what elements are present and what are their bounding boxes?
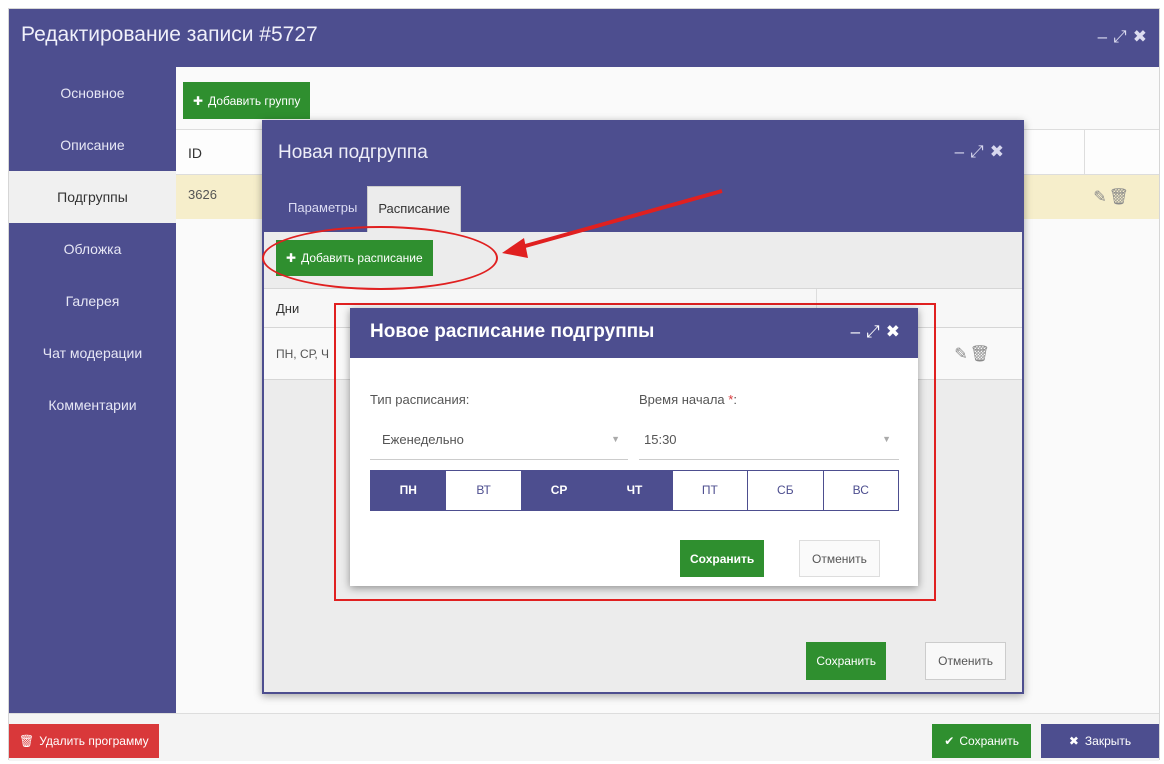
sidebar-item-comments[interactable]: Комментарии bbox=[9, 379, 176, 431]
dialog-header: Новое расписание подгруппы – ⤢ ✖ bbox=[350, 308, 918, 358]
row-id: 3626 bbox=[188, 187, 217, 202]
schedule-type-label: Тип расписания: bbox=[370, 392, 470, 407]
dialog-title: Новое расписание подгруппы bbox=[370, 321, 655, 342]
tab-parameters[interactable]: Параметры bbox=[278, 186, 367, 232]
maximize-icon[interactable]: ⤢ bbox=[970, 142, 984, 162]
column-header-id: ID bbox=[188, 145, 202, 161]
start-time-select[interactable]: 15:30 ▼ bbox=[639, 420, 899, 460]
column-header-days: Дни bbox=[276, 301, 300, 316]
footer-close-label: Закрыть bbox=[1084, 734, 1132, 748]
start-time-label-text: Время начала bbox=[639, 392, 729, 407]
dropdown-caret-icon: ▼ bbox=[882, 434, 891, 444]
new-schedule-dialog: Новое расписание подгруппы – ⤢ ✖ Тип рас… bbox=[350, 308, 918, 586]
footer: 🗑 Удалить программу ✔ Сохранить ✖ Закрыт… bbox=[9, 713, 1159, 761]
add-group-label: Добавить группу bbox=[208, 93, 301, 108]
delete-program-label: Удалить программу bbox=[39, 734, 149, 748]
dialog-header: Новая подгруппа – ⤢ ✖ Параметры Расписан… bbox=[264, 122, 1022, 232]
checkmark-icon: ✔ bbox=[944, 734, 955, 748]
row-actions: ✎ 🗑 bbox=[954, 344, 990, 364]
schedule-type-value: Еженедельно bbox=[382, 432, 464, 447]
day-toggle-wed[interactable]: СР bbox=[520, 471, 597, 510]
dropdown-caret-icon: ▼ bbox=[611, 434, 620, 444]
weekday-selector: ПН ВТ СР ЧТ ПТ СБ ВС bbox=[370, 470, 899, 511]
row-days: ПН, СР, Ч bbox=[276, 347, 330, 361]
sidebar-item-description[interactable]: Описание bbox=[9, 119, 176, 171]
close-icon: ✖ bbox=[1068, 734, 1079, 748]
minimize-icon[interactable]: – bbox=[955, 142, 964, 162]
subgroup-cancel-button[interactable]: Отменить bbox=[925, 642, 1006, 680]
day-toggle-sat[interactable]: СБ bbox=[747, 471, 822, 510]
window-controls: – ⤢ ✖ bbox=[1098, 27, 1147, 47]
day-toggle-tue[interactable]: ВТ bbox=[445, 471, 520, 510]
trash-icon[interactable]: 🗑 bbox=[970, 344, 990, 364]
plus-icon: ✚ bbox=[193, 93, 204, 108]
close-icon[interactable]: ✖ bbox=[990, 142, 1004, 162]
sidebar-item-gallery[interactable]: Галерея bbox=[9, 275, 176, 327]
start-time-value: 15:30 bbox=[644, 432, 677, 447]
dialog-window-controls: – ⤢ ✖ bbox=[851, 322, 900, 342]
close-icon[interactable]: ✖ bbox=[886, 322, 900, 342]
close-icon[interactable]: ✖ bbox=[1133, 27, 1147, 47]
footer-save-label: Сохранить bbox=[959, 734, 1019, 748]
maximize-icon[interactable]: ⤢ bbox=[866, 322, 880, 342]
pencil-icon[interactable]: ✎ bbox=[1093, 187, 1106, 207]
footer-close-button[interactable]: ✖ Закрыть bbox=[1041, 724, 1159, 758]
footer-save-button[interactable]: ✔ Сохранить bbox=[932, 724, 1031, 758]
dialog-title: Новая подгруппа bbox=[278, 142, 428, 163]
trash-icon[interactable]: 🗑 bbox=[1109, 187, 1129, 207]
start-time-label-colon: : bbox=[733, 392, 737, 407]
row-actions: ✎ 🗑 bbox=[1093, 187, 1129, 207]
schedule-save-button[interactable]: Сохранить bbox=[680, 540, 765, 577]
trash-icon: 🗑 bbox=[19, 734, 35, 748]
schedule-cancel-button[interactable]: Отменить bbox=[799, 540, 880, 577]
dialog-tabs: Параметры Расписание bbox=[278, 186, 461, 232]
start-time-label: Время начала *: bbox=[639, 392, 737, 407]
day-toggle-mon[interactable]: ПН bbox=[371, 471, 446, 510]
sidebar-item-main[interactable]: Основное bbox=[9, 67, 176, 119]
sidebar: Основное Описание Подгруппы Обложка Гале… bbox=[9, 67, 176, 713]
schedule-type-select[interactable]: Еженедельно ▼ bbox=[370, 420, 628, 460]
sidebar-item-moderation-chat[interactable]: Чат модерации bbox=[9, 327, 176, 379]
annotation-ellipse bbox=[262, 226, 498, 290]
maximize-icon[interactable]: ⤢ bbox=[1113, 27, 1127, 47]
minimize-icon[interactable]: – bbox=[851, 322, 860, 342]
main-header: Редактирование записи #5727 – ⤢ ✖ bbox=[9, 9, 1159, 67]
pencil-icon[interactable]: ✎ bbox=[954, 344, 967, 364]
delete-program-button[interactable]: 🗑 Удалить программу bbox=[9, 724, 159, 758]
day-toggle-thu[interactable]: ЧТ bbox=[596, 471, 672, 510]
subgroup-save-button[interactable]: Сохранить bbox=[806, 642, 886, 680]
day-toggle-fri[interactable]: ПТ bbox=[671, 471, 747, 510]
sidebar-item-subgroups[interactable]: Подгруппы bbox=[9, 171, 176, 223]
day-toggle-sun[interactable]: ВС bbox=[822, 471, 898, 510]
dialog-window-controls: – ⤢ ✖ bbox=[955, 142, 1004, 162]
add-group-button[interactable]: ✚ Добавить группу bbox=[183, 82, 311, 119]
sidebar-item-cover[interactable]: Обложка bbox=[9, 223, 176, 275]
page-title: Редактирование записи #5727 bbox=[21, 23, 318, 46]
column-divider bbox=[1084, 130, 1085, 176]
minimize-icon[interactable]: – bbox=[1098, 27, 1107, 47]
